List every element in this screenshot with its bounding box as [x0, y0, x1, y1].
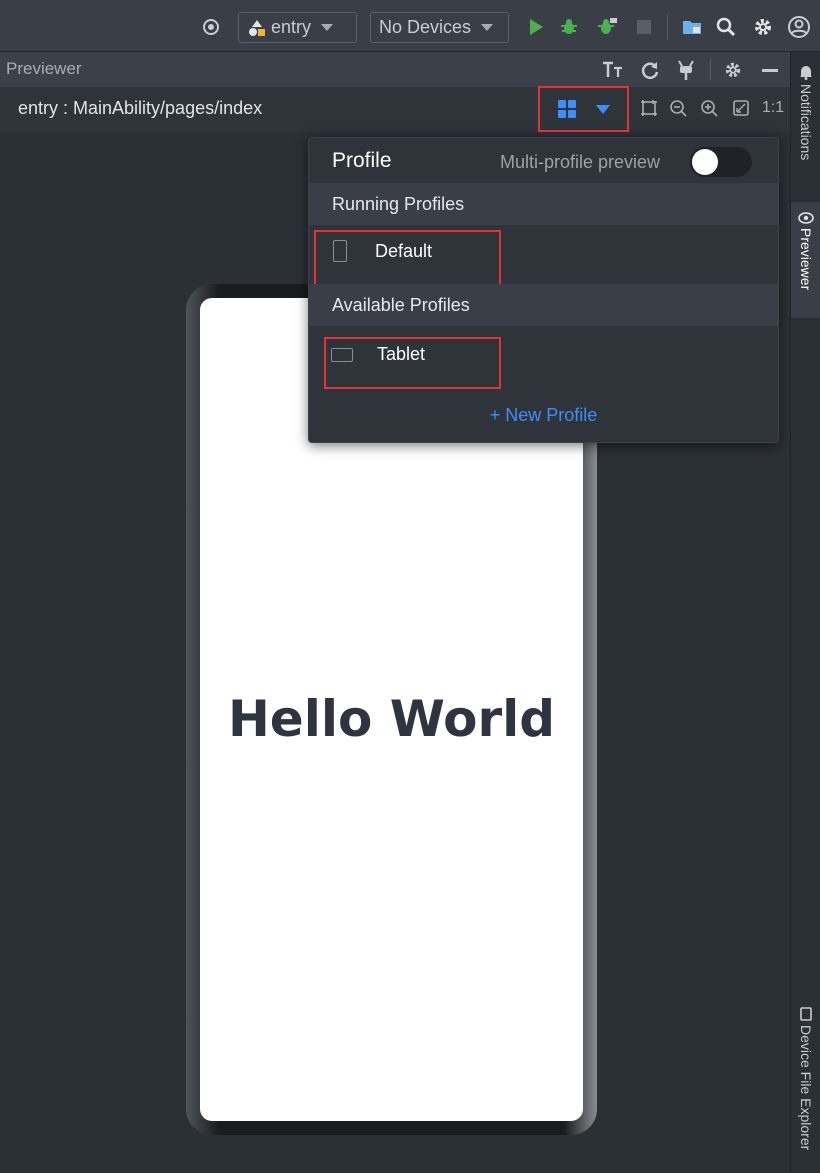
- default-highlight: [314, 230, 501, 288]
- zoom-out-icon[interactable]: [667, 97, 689, 119]
- project-structure-button[interactable]: [680, 16, 704, 38]
- previewer-tab[interactable]: Previewer: [791, 202, 820, 318]
- module-selector[interactable]: entry: [238, 12, 357, 43]
- eye-icon: [798, 212, 814, 224]
- main-toolbar: entry No Devices: [0, 0, 820, 52]
- debug-button[interactable]: [557, 15, 581, 39]
- profile-grid-icon: [557, 100, 576, 118]
- chevron-down-icon: [595, 104, 610, 114]
- device-label: No Devices: [379, 17, 472, 37]
- fit-screen-icon[interactable]: [638, 97, 660, 119]
- folder-icon: [683, 21, 701, 34]
- run-button[interactable]: [525, 16, 547, 38]
- stop-icon: [637, 20, 651, 34]
- module-icon: [249, 19, 265, 36]
- gear-icon[interactable]: [721, 58, 745, 82]
- notifications-label: Notifications: [798, 84, 814, 161]
- chevron-down-icon: [321, 24, 334, 31]
- gear-icon: [755, 19, 771, 35]
- right-tool-strip: Notifications Previewer Device File Expl…: [790, 52, 820, 1173]
- bug-icon: [561, 19, 577, 34]
- profile-manager-button[interactable]: [538, 86, 629, 132]
- page-path: entry : MainAbility/pages/index: [18, 98, 263, 118]
- available-profiles-header: Available Profiles: [309, 284, 778, 326]
- search-icon: [716, 17, 736, 37]
- profile-popup: Profile Multi-profile preview Running Pr…: [308, 137, 779, 443]
- bell-icon: [800, 66, 812, 80]
- account-button[interactable]: [786, 14, 812, 40]
- device-file-explorer-tab[interactable]: Device File Explorer: [791, 1007, 820, 1150]
- refresh-icon[interactable]: [638, 58, 662, 82]
- multi-profile-label: Multi-profile preview: [500, 152, 661, 172]
- previewer-panel-header: Previewer: [0, 52, 790, 87]
- switch-knob: [692, 149, 718, 175]
- minimize-icon[interactable]: [758, 58, 782, 82]
- header-divider: [710, 58, 711, 80]
- popup-title: Profile: [332, 149, 392, 172]
- available-profiles-label: Available Profiles: [332, 295, 470, 315]
- tablet-highlight: [324, 337, 501, 389]
- search-button[interactable]: [714, 15, 738, 39]
- new-profile-link[interactable]: + New Profile: [309, 405, 778, 426]
- device-file-explorer-label: Device File Explorer: [798, 1025, 814, 1151]
- user-icon: [788, 16, 810, 38]
- attach-debugger-button[interactable]: [595, 15, 619, 39]
- settings-button[interactable]: [751, 15, 775, 39]
- notifications-tab[interactable]: Notifications: [791, 64, 820, 160]
- plug-icon[interactable]: [674, 58, 698, 82]
- module-label: entry: [271, 17, 312, 37]
- panel-title: Previewer: [6, 59, 82, 78]
- toolbar-divider: [667, 14, 668, 40]
- chevron-down-icon: [481, 24, 494, 31]
- actual-size-frame-icon[interactable]: [730, 97, 752, 119]
- zoom-in-icon[interactable]: [698, 97, 720, 119]
- device-selector[interactable]: No Devices: [370, 12, 509, 43]
- ratio-label: 1:1: [761, 99, 785, 116]
- target-icon[interactable]: [200, 16, 222, 38]
- running-profiles-label: Running Profiles: [332, 194, 465, 214]
- bug-attach-icon: [598, 18, 617, 34]
- hello-text: Hello World: [227, 690, 556, 748]
- running-profiles-header: Running Profiles: [309, 183, 778, 225]
- font-size-icon[interactable]: [601, 58, 625, 82]
- multi-profile-switch[interactable]: [690, 147, 752, 177]
- ratio-button[interactable]: 1:1: [760, 97, 786, 119]
- stop-button[interactable]: [634, 17, 654, 37]
- previewer-label: Previewer: [798, 228, 814, 291]
- play-icon: [530, 19, 543, 35]
- device-icon: [800, 1007, 812, 1021]
